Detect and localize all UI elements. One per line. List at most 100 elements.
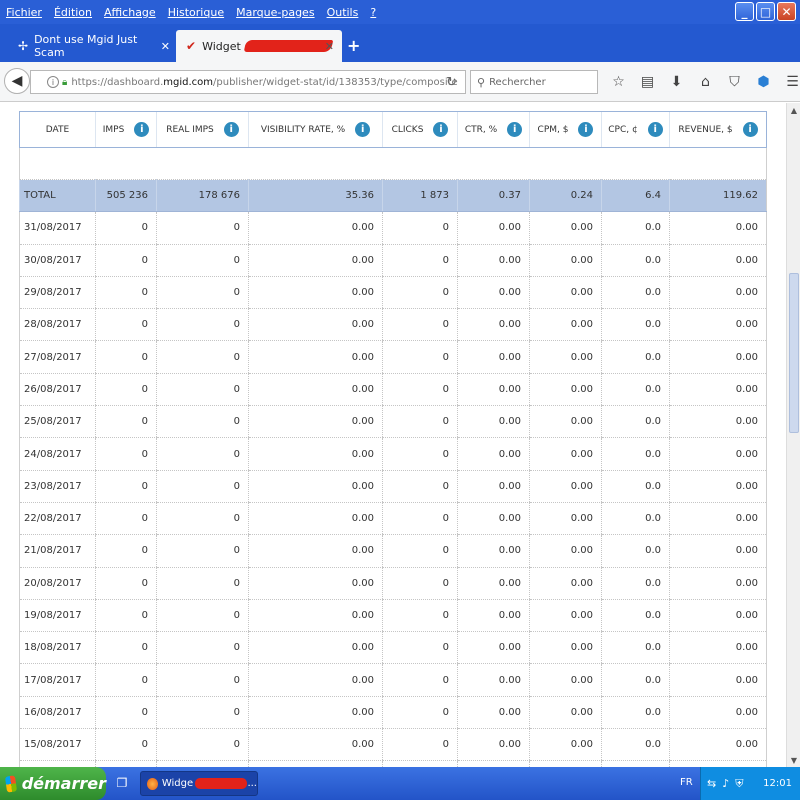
- pocket-icon[interactable]: ⛉: [720, 72, 749, 92]
- column-header[interactable]: VISIBILITY RATE, % i: [248, 111, 383, 148]
- security-icon[interactable]: ⛨: [735, 777, 743, 791]
- scroll-thumb[interactable]: [789, 273, 799, 433]
- column-header[interactable]: IMPS i: [95, 111, 157, 148]
- column-header-label: CPC, ¢: [608, 125, 638, 135]
- table-cell: 22/08/2017: [19, 502, 96, 536]
- menu-affichage[interactable]: Affichage: [98, 6, 162, 19]
- table-cell: 0: [95, 534, 157, 568]
- info-icon[interactable]: i: [433, 122, 449, 137]
- table-row: 29/08/2017 0 0 0.00 0 0.00 0.00 0.0 0.00: [19, 276, 767, 310]
- table-cell: 0.00: [248, 244, 383, 277]
- vertical-scrollbar[interactable]: ▲ ▼: [786, 103, 800, 767]
- table-row: 17/08/2017 0 0 0.00 0 0.00 0.00 0.0 0.00: [19, 663, 767, 697]
- tab-widget[interactable]: ✔ Widget ✕: [176, 30, 342, 62]
- table-cell: 0: [156, 211, 249, 245]
- tab-bar: ✢ Dont use Mgid Just Scam ✕ ✔ Widget ✕: [0, 24, 800, 62]
- address-bar[interactable]: i 🔒︎ https://dashboard. mgid.com/publishe…: [30, 70, 466, 94]
- network-icon[interactable]: ⇆: [707, 777, 716, 790]
- tab-mgid-scam[interactable]: ✢ Dont use Mgid Just Scam ✕: [8, 30, 178, 62]
- table-cell: 0: [382, 276, 458, 310]
- table-cell: 0.00: [529, 437, 602, 471]
- table-cell: 0.00: [457, 567, 530, 600]
- table-cell: 0: [382, 340, 458, 374]
- info-icon[interactable]: i: [47, 76, 59, 88]
- table-cell: 119.62: [669, 179, 767, 213]
- info-icon[interactable]: i: [742, 122, 758, 137]
- menu-edition[interactable]: Édition: [48, 6, 98, 19]
- search-icon: ⚲: [477, 75, 486, 89]
- table-cell: 24/08/2017: [19, 437, 96, 471]
- table-cell: 0: [156, 567, 249, 600]
- quicklaunch-icon[interactable]: ❐: [114, 775, 130, 791]
- table-cell: 0: [382, 534, 458, 568]
- bookmark-star-icon[interactable]: ☆: [604, 72, 633, 92]
- minimize-button[interactable]: _: [735, 2, 754, 21]
- taskbar-item-firefox[interactable]: Widge ...: [140, 771, 258, 796]
- table-cell: 0.00: [669, 502, 767, 536]
- close-tab-icon[interactable]: ✕: [325, 40, 334, 53]
- column-header[interactable]: REVENUE, $ i: [669, 111, 767, 148]
- hamburger-menu-icon[interactable]: ☰: [778, 72, 800, 92]
- menu-help[interactable]: ?: [364, 6, 382, 19]
- scroll-down-icon[interactable]: ▼: [787, 753, 800, 767]
- table-cell: 0: [156, 470, 249, 503]
- info-icon[interactable]: i: [578, 122, 594, 137]
- table-cell: 17/08/2017: [19, 663, 96, 697]
- volume-icon[interactable]: ♪: [722, 777, 729, 790]
- new-tab-button[interactable]: +: [347, 36, 360, 55]
- scroll-up-icon[interactable]: ▲: [787, 103, 800, 117]
- table-cell: 0.00: [529, 502, 602, 536]
- table-cell: 23/08/2017: [19, 470, 96, 503]
- column-header[interactable]: DATE: [19, 111, 96, 148]
- table-cell: 0.00: [529, 211, 602, 245]
- language-indicator[interactable]: FR: [680, 777, 693, 788]
- menu-outils[interactable]: Outils: [321, 6, 365, 19]
- table-cell: 0: [156, 437, 249, 471]
- close-window-button[interactable]: ✕: [777, 2, 796, 21]
- column-header[interactable]: CPM, $ i: [529, 111, 602, 148]
- table-cell: 0.00: [669, 437, 767, 471]
- extension-icon[interactable]: ⬢: [749, 72, 778, 92]
- home-icon[interactable]: ⌂: [691, 72, 720, 92]
- table-cell: 30/08/2017: [19, 244, 96, 277]
- table-cell: 0.24: [529, 179, 602, 213]
- menu-fichier[interactable]: Fichier: [0, 6, 48, 19]
- column-header-label: CTR, %: [464, 125, 498, 135]
- table-cell: 0.00: [457, 373, 530, 407]
- mgid-logo-icon: ✢: [18, 39, 29, 53]
- info-icon[interactable]: i: [355, 122, 371, 137]
- search-input[interactable]: ⚲ Rechercher: [470, 70, 598, 94]
- info-icon[interactable]: i: [647, 122, 663, 137]
- info-icon[interactable]: i: [134, 122, 150, 137]
- menu-marque-pages[interactable]: Marque-pages: [230, 6, 320, 19]
- info-icon[interactable]: i: [507, 122, 523, 137]
- table-cell: 0.0: [601, 502, 670, 536]
- table-row: 27/08/2017 0 0 0.00 0 0.00 0.00 0.0 0.00: [19, 340, 767, 374]
- column-header[interactable]: CPC, ¢ i: [601, 111, 670, 148]
- menu-bar: Fichier Édition Affichage Historique Mar…: [0, 0, 800, 24]
- reading-list-icon[interactable]: ▤: [633, 72, 662, 92]
- menu-historique[interactable]: Historique: [162, 6, 230, 19]
- table-cell: 0.00: [669, 405, 767, 439]
- download-icon[interactable]: ⬇: [662, 72, 691, 92]
- table-row: 30/08/2017 0 0 0.00 0 0.00 0.00 0.0 0.00: [19, 244, 767, 277]
- info-icon[interactable]: i: [223, 122, 239, 137]
- column-header[interactable]: CTR, % i: [457, 111, 530, 148]
- reload-icon[interactable]: ↻: [446, 75, 457, 90]
- table-cell: 0: [156, 663, 249, 697]
- column-header[interactable]: REAL IMPS i: [156, 111, 249, 148]
- column-header-label: CPM, $: [537, 125, 569, 135]
- table-cell: 0: [95, 696, 157, 730]
- table-cell: 0: [382, 211, 458, 245]
- column-header[interactable]: CLICKS i: [382, 111, 458, 148]
- column-header-label: CLICKS: [391, 125, 424, 135]
- table-cell: 0: [95, 728, 157, 762]
- back-button[interactable]: ◀: [4, 68, 30, 94]
- start-button[interactable]: démarrer: [0, 767, 106, 800]
- table-header-row: DATE IMPS i REAL IMPS i VISIBILITY RATE, % i CL…: [19, 111, 767, 148]
- firefox-icon: [147, 777, 158, 790]
- maximize-button[interactable]: □: [756, 2, 775, 21]
- close-tab-icon[interactable]: ✕: [161, 40, 170, 53]
- table-row: 15/08/2017 0 0 0.00 0 0.00 0.00 0.0 0.00: [19, 728, 767, 762]
- table-cell: 0: [382, 599, 458, 633]
